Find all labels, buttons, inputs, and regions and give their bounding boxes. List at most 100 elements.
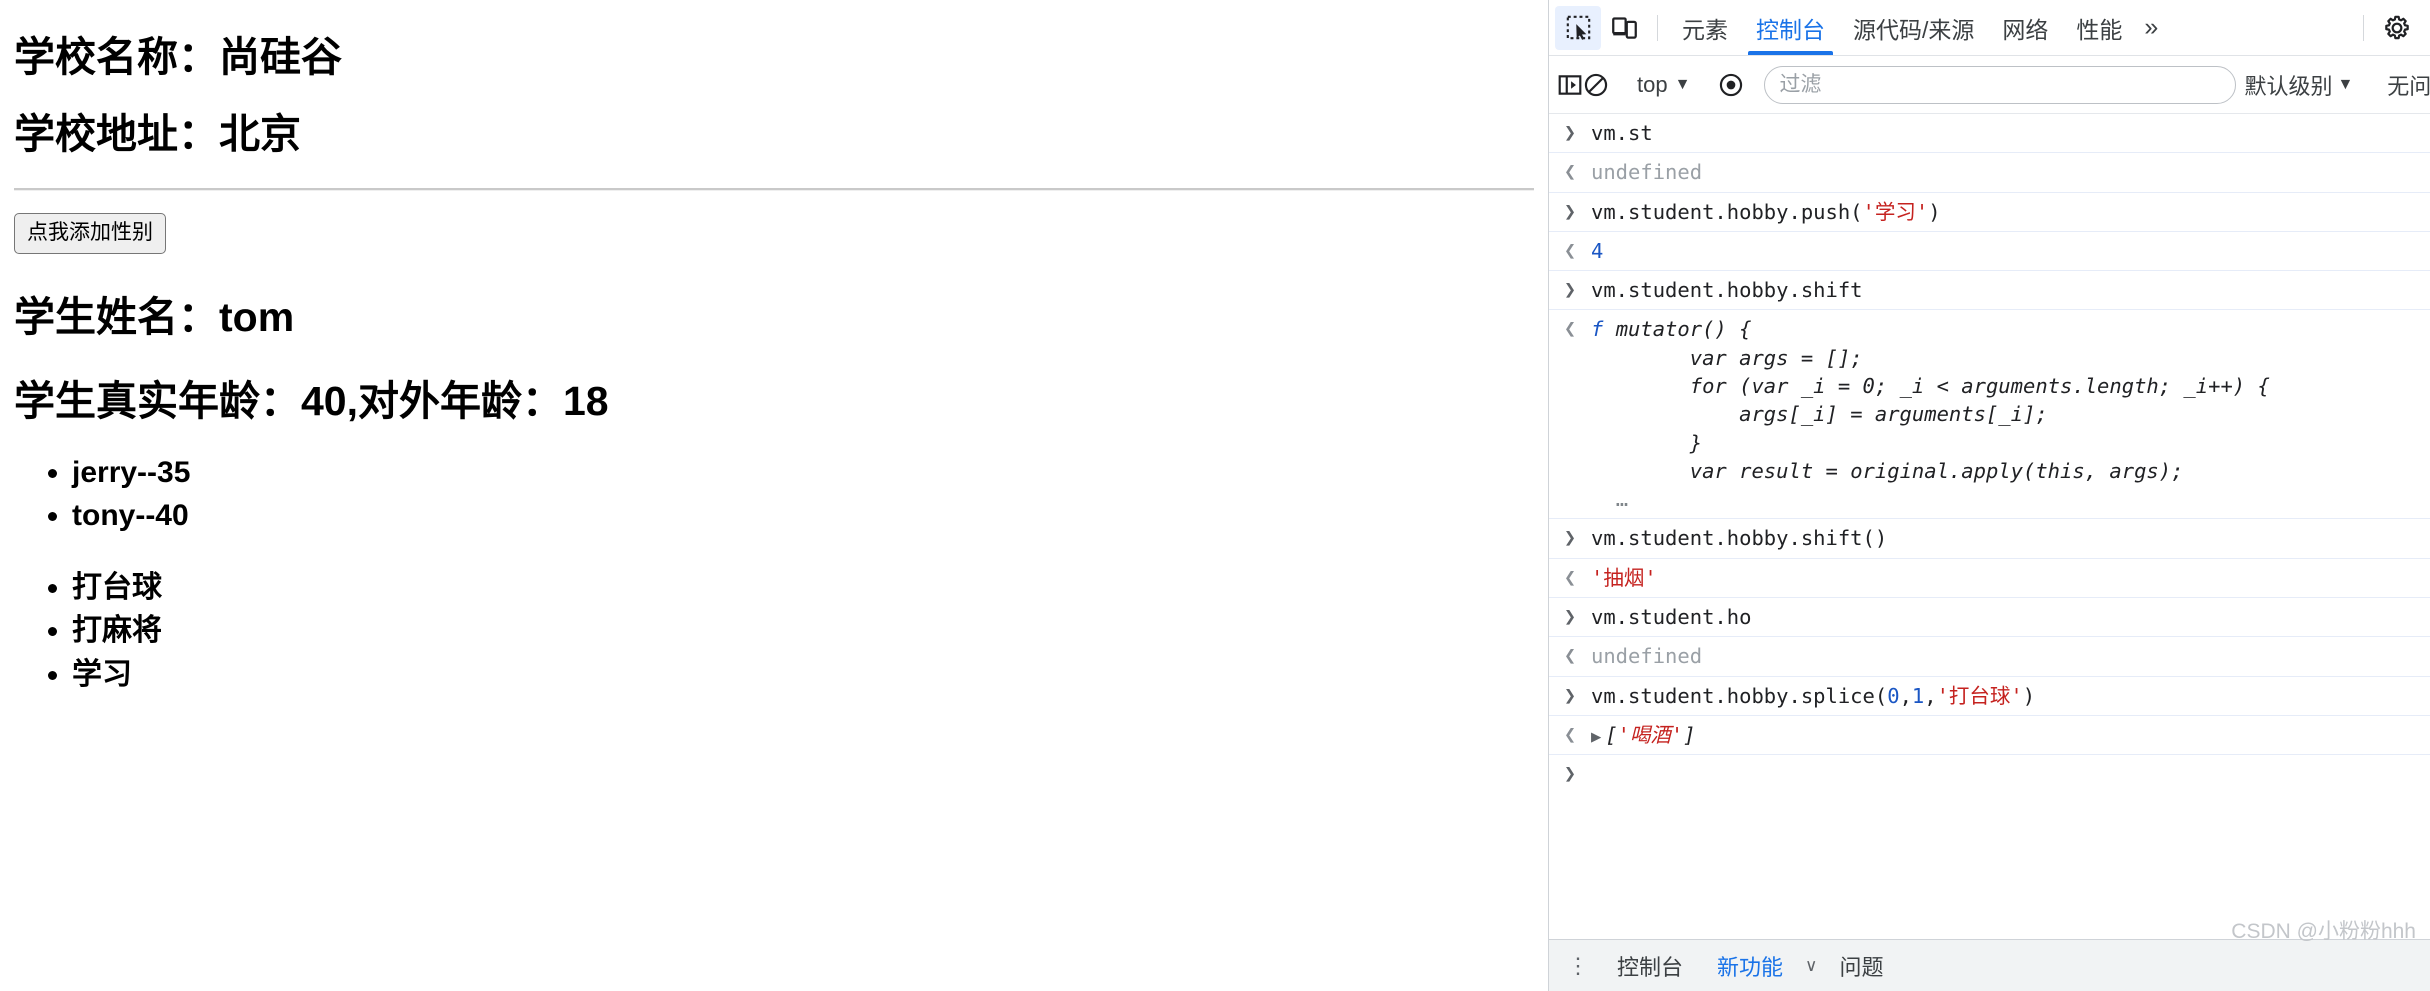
console-token: vm.student.hobby.splice( [1591, 683, 1888, 708]
console-token: ) [2022, 683, 2036, 708]
input-marker-icon: ❯ [1563, 525, 1577, 550]
console-token: mutator() { var args = []; for (var _i =… [1615, 317, 2270, 483]
console-token: 0 [1887, 683, 1900, 708]
chevron-down-icon: ▼ [1674, 75, 1691, 93]
log-level-label: 默认级别 [2244, 73, 2333, 99]
console-output-row[interactable]: ❮ undefined [1549, 637, 2430, 677]
console-row-text: '抽烟' [1591, 564, 2430, 592]
clear-console-icon[interactable] [1583, 63, 1609, 107]
console-token: vm.student.hobby.push( [1591, 199, 1863, 224]
console-output-row[interactable]: ❮ 4 [1549, 232, 2430, 272]
toolbar-divider [1657, 14, 1658, 41]
drawer-tab-console[interactable]: 控制台 [1605, 950, 1695, 982]
rendered-page: 学校名称：尚硅谷 学校地址：北京 点我添加性别 学生姓名：tom 学生真实年龄：… [0, 0, 1548, 991]
console-token: … [1615, 487, 1629, 512]
console-row-text: 4 [1591, 237, 2430, 265]
console-token: [ [1605, 722, 1618, 747]
tab-sources[interactable]: 源代码/来源 [1839, 1, 1988, 55]
console-input-row[interactable]: ❯ vm.student.hobby.push('学习') [1549, 193, 2430, 232]
list-item: 打台球 [72, 566, 1534, 610]
horizontal-divider [14, 188, 1534, 192]
tab-performance[interactable]: 性能 [2062, 1, 2136, 55]
inspect-element-icon[interactable] [1555, 5, 1601, 50]
console-sidebar-icon[interactable] [1557, 63, 1583, 107]
device-toolbar-icon[interactable] [1601, 6, 1647, 50]
console-token: 1 [1911, 683, 1925, 708]
devtools-tabbar: 元素 控制台 源代码/来源 网络 性能 » [1549, 0, 2430, 56]
devtools-panel: 元素 控制台 源代码/来源 网络 性能 » top ▼ 过滤 默认级别 ▼ 无问… [1548, 0, 2430, 991]
console-input-row[interactable]: ❯ vm.student.hobby.shift() [1549, 519, 2430, 559]
input-marker-icon: ❯ [1563, 761, 1577, 786]
console-row-text: undefined [1591, 158, 2430, 186]
hobby-list: 打台球 打麻将 学习 [14, 566, 1534, 697]
more-tabs-icon[interactable]: » [2136, 13, 2166, 42]
output-marker-icon: ❮ [1563, 316, 1577, 341]
input-marker-icon: ❯ [1563, 603, 1577, 628]
console-input-row[interactable]: ❯ vm.student.ho [1549, 598, 2430, 638]
tab-console[interactable]: 控制台 [1742, 1, 1839, 55]
log-level-select[interactable]: 默认级别 ▼ [2236, 65, 2361, 105]
console-token: ] [1683, 722, 1696, 747]
console-token: '学习' [1862, 199, 1929, 224]
console-prompt-row[interactable]: ❯ [1549, 755, 2430, 790]
console-token: '抽烟' [1591, 565, 1657, 590]
drawer-tab-whats-new[interactable]: 新功能 [1705, 950, 1795, 982]
console-log-list[interactable]: ❯ vm.st ❮ undefined ❯ vm.student.hobby.push('… [1549, 114, 2430, 939]
console-row-text: ▶ ['喝酒'] [1591, 721, 2430, 749]
input-marker-icon: ❯ [1563, 198, 1577, 223]
console-row-text: undefined [1591, 642, 2430, 670]
chevron-down-icon: ∨ [1805, 955, 1818, 975]
console-row-text: vm.student.hobby.shift [1591, 276, 2430, 304]
console-row-text: vm.student.ho [1591, 603, 2430, 631]
gear-icon[interactable] [2374, 6, 2420, 50]
execution-context-select[interactable]: top ▼ [1629, 68, 1698, 102]
live-expression-icon[interactable] [1718, 63, 1744, 107]
console-output-row[interactable]: ❮ '抽烟' [1549, 559, 2430, 598]
console-token: '打台球' [1936, 683, 2023, 708]
console-filter-toolbar: top ▼ 默认级别 ▼ 无问题 [1549, 56, 2430, 114]
console-row-text: vm.st [1591, 119, 2430, 147]
console-token: '喝酒' [1617, 722, 1684, 747]
console-row-text: f mutator() { var args = []; for (var _i… [1591, 315, 2430, 513]
console-row-text: vm.student.hobby.push('学习') [1591, 198, 2430, 226]
console-row-text: vm.student.hobby.shift() [1591, 524, 2430, 552]
toolbar-divider-2 [2363, 14, 2364, 41]
console-row-text: vm.student.hobby.splice(0,1,'打台球') [1591, 682, 2430, 710]
console-input-row[interactable]: ❯ vm.student.hobby.splice(0,1,'打台球') [1549, 677, 2430, 716]
expand-triangle-icon[interactable]: ▶ [1591, 727, 1605, 747]
issues-status[interactable]: 无问题 [2381, 69, 2430, 101]
add-gender-button[interactable]: 点我添加性别 [14, 213, 166, 255]
output-marker-icon: ❮ [1563, 237, 1577, 262]
console-filter-input[interactable] [1764, 65, 2237, 104]
school-name-heading: 学校名称：尚硅谷 [14, 34, 342, 80]
console-token: f [1591, 317, 1616, 342]
console-output-row[interactable]: ❮ undefined [1549, 153, 2430, 193]
list-item: tony--40 [72, 494, 1534, 538]
console-token: , [1899, 683, 1912, 708]
console-input-row[interactable]: ❯ vm.st [1549, 114, 2430, 154]
console-output-row[interactable]: ❮ f mutator() { var args = []; for (var _… [1549, 310, 2430, 520]
output-marker-icon: ❮ [1563, 721, 1577, 746]
chevron-down-icon: ▼ [2337, 75, 2354, 93]
friends-list: jerry--35 tony--40 [14, 451, 1534, 538]
list-item: jerry--35 [72, 451, 1534, 495]
tab-elements[interactable]: 元素 [1668, 1, 1742, 55]
drawer-tab-issues[interactable]: 问题 [1827, 950, 1895, 982]
app-root: 学校名称：尚硅谷 学校地址：北京 点我添加性别 学生姓名：tom 学生真实年龄：… [0, 0, 2430, 991]
tab-network[interactable]: 网络 [1988, 1, 2062, 55]
console-token: ) [1928, 199, 1941, 224]
drawer-more-icon[interactable]: ⋮ [1561, 954, 1595, 977]
execution-context-label: top [1637, 71, 1668, 97]
input-marker-icon: ❯ [1563, 682, 1577, 707]
console-token: vm.student.hobby.shift [1591, 278, 1863, 303]
student-age-heading: 学生真实年龄：40,对外年龄：18 [14, 377, 609, 424]
list-item: 学习 [72, 653, 1534, 697]
console-token: undefined [1591, 644, 1703, 669]
console-input-row[interactable]: ❯ vm.student.hobby.shift [1549, 271, 2430, 311]
console-token: 4 [1591, 238, 1604, 263]
console-token: undefined [1591, 160, 1703, 185]
school-address-heading: 学校地址：北京 [14, 111, 301, 158]
console-token: vm.student.ho [1591, 604, 1752, 629]
console-output-row[interactable]: ❮ ▶ ['喝酒'] [1549, 716, 2430, 756]
list-item: 打麻将 [72, 609, 1534, 653]
